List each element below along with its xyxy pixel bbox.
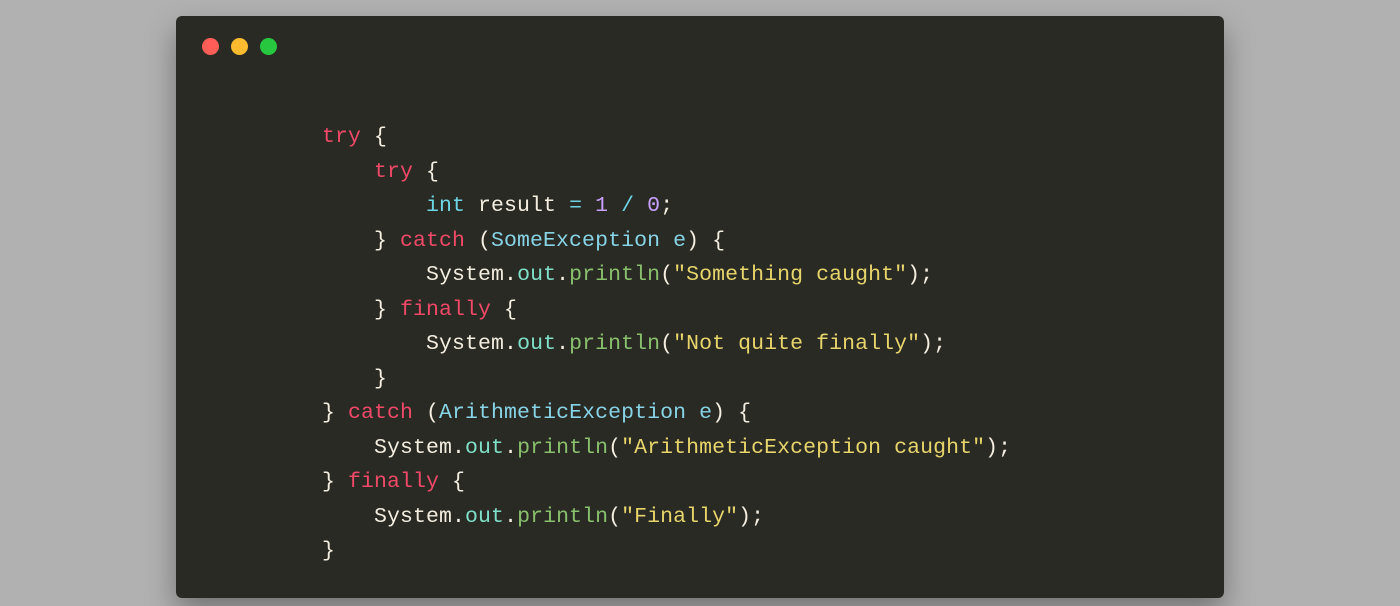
code-token: ) { (712, 401, 751, 425)
window-titlebar (176, 16, 1224, 76)
code-token: ); (907, 263, 933, 287)
code-token: "ArithmeticException caught" (621, 436, 985, 460)
code-token: System (374, 505, 452, 529)
code-token: catch (348, 401, 413, 425)
code-token: ) { (686, 229, 725, 253)
code-token: ( (660, 332, 673, 356)
code-token: out (465, 436, 504, 460)
code-line: System.out.println("ArithmeticException … (322, 431, 1011, 466)
code-token: try (374, 160, 413, 184)
code-token: out (465, 505, 504, 529)
code-line: } catch (SomeException e) { (322, 224, 1011, 259)
code-token: ( (413, 401, 439, 425)
code-token: ; (660, 194, 673, 218)
code-token: SomeException (491, 229, 660, 253)
code-token (608, 194, 621, 218)
code-token: = (569, 194, 582, 218)
code-token: . (556, 332, 569, 356)
code-token: ArithmeticException (439, 401, 686, 425)
code-token: 0 (647, 194, 660, 218)
code-token: println (517, 436, 608, 460)
code-token: catch (400, 229, 465, 253)
code-token: } (322, 401, 348, 425)
code-token (322, 332, 426, 356)
close-icon[interactable] (202, 38, 219, 55)
code-token: / (621, 194, 634, 218)
code-token: . (504, 436, 517, 460)
code-token: "Finally" (621, 505, 738, 529)
code-token: ); (985, 436, 1011, 460)
code-line: try { (322, 120, 1011, 155)
code-token: int (426, 194, 465, 218)
code-token: } (322, 298, 400, 322)
code-token: . (504, 263, 517, 287)
code-line: } (322, 362, 1011, 397)
code-line: System.out.println("Not quite finally"); (322, 327, 1011, 362)
code-token (582, 194, 595, 218)
code-line: System.out.println("Finally"); (322, 500, 1011, 535)
code-token: System (426, 263, 504, 287)
code-token: } (322, 470, 348, 494)
code-token: finally (400, 298, 491, 322)
code-token (660, 229, 673, 253)
code-token: "Not quite finally" (673, 332, 920, 356)
code-token: . (452, 436, 465, 460)
code-token: finally (348, 470, 439, 494)
code-line: } (322, 534, 1011, 569)
code-token: { (491, 298, 517, 322)
code-window: try { try { int result = 1 / 0; } catch … (176, 16, 1224, 598)
code-token: println (569, 332, 660, 356)
code-token: ( (660, 263, 673, 287)
code-token: } (322, 229, 400, 253)
code-line: System.out.println("Something caught"); (322, 258, 1011, 293)
code-token: . (504, 505, 517, 529)
code-token: . (556, 263, 569, 287)
maximize-icon[interactable] (260, 38, 277, 55)
code-token: out (517, 263, 556, 287)
code-token: . (504, 332, 517, 356)
code-line: } finally { (322, 465, 1011, 500)
code-line: int result = 1 / 0; (322, 189, 1011, 224)
code-token: println (569, 263, 660, 287)
code-token: out (517, 332, 556, 356)
code-token: println (517, 505, 608, 529)
code-token: { (439, 470, 465, 494)
code-token (634, 194, 647, 218)
code-token: e (699, 401, 712, 425)
code-token: "Something caught" (673, 263, 907, 287)
code-token: . (452, 505, 465, 529)
code-token: ); (920, 332, 946, 356)
code-token: System (426, 332, 504, 356)
code-token (322, 505, 374, 529)
code-token: 1 (595, 194, 608, 218)
code-token: ( (608, 436, 621, 460)
code-token (686, 401, 699, 425)
code-token: } (322, 367, 387, 391)
code-line: } catch (ArithmeticException e) { (322, 396, 1011, 431)
code-token: { (361, 125, 387, 149)
code-token: System (374, 436, 452, 460)
code-token: result (465, 194, 569, 218)
code-token: ( (608, 505, 621, 529)
code-token (322, 436, 374, 460)
code-line: } finally { (322, 293, 1011, 328)
code-block: try { try { int result = 1 / 0; } catch … (322, 120, 1011, 569)
code-token: e (673, 229, 686, 253)
code-token (322, 160, 374, 184)
code-line: try { (322, 155, 1011, 190)
code-token (322, 194, 426, 218)
code-token (322, 263, 426, 287)
code-token: ); (738, 505, 764, 529)
minimize-icon[interactable] (231, 38, 248, 55)
code-token: } (322, 539, 335, 563)
code-token: try (322, 125, 361, 149)
code-token: { (413, 160, 439, 184)
code-token: ( (465, 229, 491, 253)
